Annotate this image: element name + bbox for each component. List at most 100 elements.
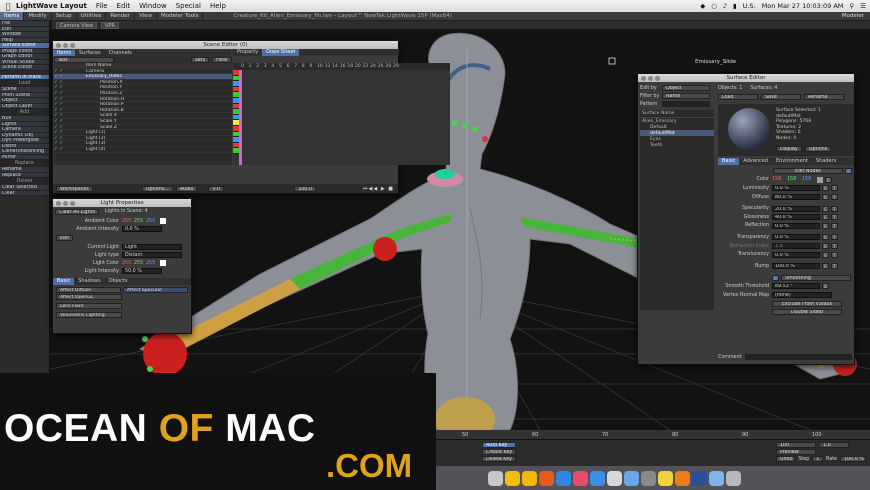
color-swatch[interactable] bbox=[817, 176, 823, 183]
battery-icon[interactable]: ▮ bbox=[733, 2, 737, 10]
duck-icon[interactable] bbox=[522, 470, 537, 486]
edit-nodes-checkbox[interactable]: ✓ bbox=[845, 168, 852, 175]
auto-key-button[interactable]: Auto Key bbox=[482, 442, 516, 448]
app-store-icon[interactable] bbox=[590, 470, 605, 486]
lock-icon[interactable] bbox=[505, 470, 520, 486]
load-button[interactable]: Load bbox=[718, 94, 758, 100]
save-button[interactable]: Save bbox=[761, 94, 801, 100]
tab-shadows[interactable]: Shadows bbox=[74, 278, 104, 285]
view-type-select[interactable]: Camera View bbox=[56, 21, 98, 29]
diffuse-field[interactable]: 80.0 % bbox=[772, 194, 820, 201]
smooth-threshold-field[interactable]: 89.53 ° bbox=[772, 283, 820, 290]
surface-list-item[interactable]: Teeth bbox=[640, 142, 714, 148]
menu-file[interactable]: File bbox=[96, 2, 108, 10]
playback-controls[interactable]: ⏮◀◀ ▶ ■ bbox=[363, 186, 398, 192]
translucency-field[interactable]: 0.0 % bbox=[772, 251, 820, 258]
dope-sheet-grid[interactable]: 0 1 2 3 4 5 6 7 8 9 10 12 14 16 18 20 22 24 26 28 29 bbox=[233, 63, 450, 165]
smoothing-checkbox[interactable]: ✓ bbox=[772, 274, 779, 281]
tab-view[interactable]: View bbox=[135, 12, 157, 20]
filter-select[interactable]: Filter bbox=[212, 56, 232, 63]
menu-window[interactable]: Window bbox=[139, 2, 167, 10]
tab-utilities[interactable]: Utilities bbox=[77, 12, 107, 20]
luminosity-field[interactable]: 0.0 % bbox=[772, 185, 820, 192]
minimize-icon[interactable] bbox=[648, 75, 653, 81]
tab-shaders[interactable]: Shaders bbox=[812, 158, 840, 165]
undo-button[interactable]: Undo bbox=[776, 456, 796, 462]
tab-dope-sheet[interactable]: Dope Sheet bbox=[262, 49, 300, 56]
step-field[interactable]: 1 bbox=[812, 456, 824, 462]
input-source[interactable]: U.S. bbox=[743, 2, 756, 10]
options-button[interactable]: Options bbox=[804, 146, 832, 152]
wifi-icon[interactable]: ○ bbox=[711, 2, 717, 10]
display-select[interactable]: Display bbox=[776, 146, 802, 152]
affect-opengl-button[interactable]: Affect OpenGL bbox=[56, 294, 122, 300]
tab-items[interactable]: Items bbox=[0, 12, 25, 20]
tab-property[interactable]: Property bbox=[233, 49, 262, 56]
options-button[interactable]: Options... bbox=[141, 185, 173, 192]
tab-advanced[interactable]: Advanced bbox=[739, 158, 772, 165]
smoothing-button[interactable]: Smoothing bbox=[781, 274, 851, 281]
books-icon[interactable] bbox=[675, 470, 690, 486]
workspaces-select[interactable]: Workspaces bbox=[56, 185, 93, 192]
zoom-icon[interactable] bbox=[655, 75, 660, 81]
tab-modeler-tools[interactable]: Modeler Tools bbox=[157, 12, 204, 20]
minimize-icon[interactable] bbox=[63, 42, 68, 48]
minimize-icon[interactable] bbox=[63, 200, 68, 206]
trash-icon[interactable] bbox=[726, 470, 741, 486]
channel-key-swatch[interactable] bbox=[233, 148, 239, 154]
safari-icon[interactable] bbox=[556, 470, 571, 486]
lens-flare-button[interactable]: Lens Flare bbox=[56, 303, 122, 309]
settings-icon[interactable] bbox=[641, 470, 656, 486]
photos-icon[interactable] bbox=[607, 470, 622, 486]
light-type-select[interactable]: Distant bbox=[122, 252, 182, 258]
preview-select[interactable]: Preview bbox=[776, 449, 816, 455]
close-icon[interactable] bbox=[56, 200, 61, 206]
frame-end-field[interactable]: 100 bbox=[776, 442, 816, 448]
scene-editor-titlebar[interactable]: Scene Editor (0) bbox=[53, 41, 398, 49]
light-properties-titlebar[interactable]: Light Properties bbox=[53, 199, 191, 207]
clear-all-lights-button[interactable]: Clear All Lights bbox=[55, 209, 100, 215]
color-envelope-button[interactable]: E bbox=[825, 176, 832, 183]
zoom-icon[interactable] bbox=[70, 42, 75, 48]
menu-special[interactable]: Special bbox=[176, 2, 201, 10]
ui-element-icon[interactable] bbox=[488, 470, 503, 486]
close-icon[interactable] bbox=[56, 42, 61, 48]
render-mode-select[interactable]: VPR bbox=[101, 21, 119, 29]
finder-icon[interactable] bbox=[624, 470, 639, 486]
current-frame-marker[interactable] bbox=[239, 70, 242, 165]
pattern-input[interactable] bbox=[662, 101, 710, 107]
volumetric-lighting-button[interactable]: Volumetric Lighting bbox=[56, 312, 122, 318]
tab-setup[interactable]: Setup bbox=[52, 12, 77, 20]
double-sided-button[interactable]: Double Sided bbox=[772, 309, 842, 316]
glossiness-field[interactable]: 40.0 % bbox=[772, 214, 820, 221]
filter-by-select[interactable]: Name bbox=[662, 93, 710, 99]
affect-specular-button[interactable]: Affect Specular bbox=[123, 287, 188, 293]
light-intensity-field[interactable]: 50.0 % bbox=[122, 268, 162, 274]
close-icon[interactable] bbox=[641, 75, 646, 81]
tab-basic[interactable]: Basic bbox=[53, 278, 75, 285]
ambient-intensity-field[interactable]: 0.0 % bbox=[122, 226, 162, 232]
search-icon[interactable]: ⚲ bbox=[849, 2, 854, 10]
lightwave-icon[interactable] bbox=[692, 470, 707, 486]
create-key-button[interactable]: Create Key bbox=[482, 449, 516, 455]
transparency-field[interactable]: 0.0 % bbox=[772, 234, 820, 241]
viewport-pin-icon[interactable] bbox=[608, 57, 616, 65]
vertex-normal-map-select[interactable]: (none) bbox=[772, 292, 832, 299]
tab-objects[interactable]: Objects bbox=[105, 278, 132, 285]
edit-by-select[interactable]: Object bbox=[662, 85, 710, 91]
current-light-select[interactable]: Light bbox=[122, 244, 182, 250]
sets-select[interactable]: Sets bbox=[190, 56, 210, 63]
exclude-vstack-button[interactable]: Exclude From VStack bbox=[772, 300, 842, 307]
edit-select[interactable]: Edit bbox=[56, 235, 74, 241]
reflection-field[interactable]: 0.0 % bbox=[772, 222, 820, 229]
comment-field[interactable] bbox=[744, 354, 852, 360]
tab-basic[interactable]: Basic bbox=[718, 158, 740, 165]
affect-diffuse-button[interactable]: Affect Diffuse bbox=[56, 287, 121, 293]
audio-button[interactable]: Audio bbox=[175, 185, 198, 192]
timeline-ruler[interactable]: 50 60 70 80 90 100 bbox=[436, 430, 870, 440]
scene-item-row[interactable]: ✓ ✓ Light (4) bbox=[54, 147, 232, 153]
app-menu[interactable]: LightWave Layout bbox=[16, 2, 87, 10]
tab-environment[interactable]: Environment bbox=[772, 158, 812, 165]
ambient-color-swatch[interactable] bbox=[160, 218, 166, 224]
text-filter-input[interactable]: Text bbox=[54, 56, 114, 63]
